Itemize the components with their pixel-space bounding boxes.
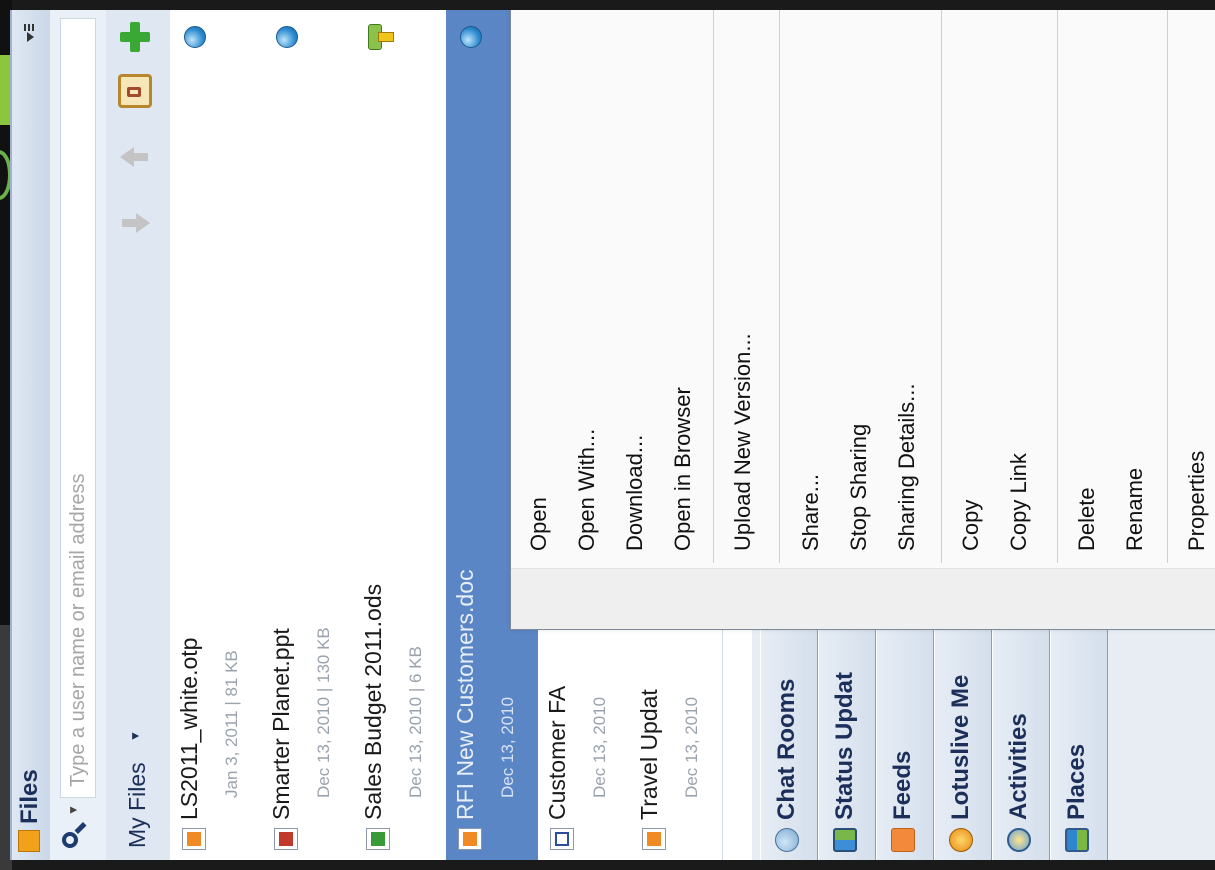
- globe-icon: [460, 26, 482, 48]
- group-share-icon: [366, 22, 394, 52]
- file-row[interactable]: LS2011_white.otp Jan 3, 2011 | 81 KB: [170, 10, 263, 860]
- file-meta: Dec 13, 2010: [682, 696, 701, 798]
- menu-separator: [779, 10, 780, 563]
- activities-icon: [1007, 828, 1031, 852]
- feeds-icon: [891, 828, 915, 852]
- files-toolbar: My Files ▼: [106, 10, 171, 860]
- file-name: LS2011_white.otp: [176, 637, 202, 820]
- chevron-down-icon[interactable]: ▼: [128, 730, 142, 742]
- menu-item-download[interactable]: Download...: [615, 10, 655, 551]
- menu-separator: [713, 10, 714, 563]
- presentation-icon: [274, 828, 298, 850]
- lotuslive-icon: [949, 828, 973, 852]
- menu-separator: [941, 10, 942, 563]
- sidebar-label: Chat Rooms: [773, 678, 800, 820]
- add-file-icon[interactable]: [118, 20, 152, 54]
- menu-item-properties[interactable]: Properties: [1177, 10, 1215, 551]
- search-row: ▼: [50, 10, 107, 860]
- files-panel-title: Files: [16, 769, 43, 824]
- download-arrow-icon[interactable]: [118, 206, 152, 240]
- search-people-icon[interactable]: [62, 821, 88, 848]
- sidebar-label: Status Updat: [831, 671, 858, 820]
- file-context-menu: Open Open With... Download... Open in Br…: [510, 10, 1215, 630]
- file-row[interactable]: Sales Budget 2011.ods Dec 13, 2010 | 6 K…: [354, 10, 447, 860]
- sidebar-label: Activities: [1005, 713, 1032, 820]
- menu-item-copy-link[interactable]: Copy Link: [999, 10, 1039, 551]
- panel-menu-icon[interactable]: [24, 24, 38, 42]
- share-folder-icon[interactable]: [118, 74, 152, 108]
- search-input[interactable]: [60, 18, 96, 798]
- file-meta: Jan 3, 2011 | 81 KB: [222, 650, 241, 798]
- files-panel-header[interactable]: Files: [12, 10, 51, 860]
- menu-item-share[interactable]: Share...: [791, 10, 831, 551]
- text-document-icon: [550, 828, 574, 850]
- upload-arrow-icon[interactable]: [118, 140, 152, 174]
- file-row[interactable]: Smarter Planet.ppt Dec 13, 2010 | 130 KB: [262, 10, 355, 860]
- menu-item-upload-new-version[interactable]: Upload New Version...: [723, 10, 763, 551]
- file-name: Customer FA: [544, 685, 570, 820]
- menu-item-stop-sharing[interactable]: Stop Sharing: [839, 10, 879, 551]
- files-icon: [18, 830, 40, 852]
- menu-separator: [1167, 10, 1168, 563]
- sidebar-label: Feeds: [889, 750, 916, 820]
- globe-icon: [276, 26, 298, 48]
- document-icon: [642, 828, 666, 850]
- document-icon: [182, 828, 206, 850]
- file-name: Sales Budget 2011.ods: [360, 583, 386, 820]
- spreadsheet-icon: [366, 828, 390, 850]
- my-files-filter[interactable]: My Files: [124, 762, 151, 848]
- globe-icon: [184, 26, 206, 48]
- menu-item-open-with[interactable]: Open With...: [567, 10, 607, 551]
- file-name: Travel Updat: [636, 689, 662, 820]
- file-meta: Dec 13, 2010 | 130 KB: [314, 627, 333, 798]
- context-menu-gutter: [511, 568, 1215, 629]
- file-meta: Dec 13, 2010: [498, 696, 517, 798]
- menu-item-delete[interactable]: Delete: [1067, 10, 1107, 551]
- file-meta: Dec 13, 2010 | 6 KB: [406, 646, 425, 798]
- file-name: Smarter Planet.ppt: [268, 628, 294, 820]
- menu-item-copy[interactable]: Copy: [951, 10, 991, 551]
- document-icon: [458, 828, 482, 850]
- sidebar-label: Lotuslive Me: [947, 674, 974, 820]
- places-icon: [1065, 828, 1089, 852]
- chat-rooms-icon: [775, 828, 799, 852]
- menu-item-open[interactable]: Open: [519, 10, 559, 551]
- sidebar-panel-rotated: Files ▼ My Files ▼ LS2011_white.otp Jan …: [10, 10, 1215, 860]
- file-name: RFI New Customers.doc: [452, 569, 478, 820]
- sidebar-label: Places: [1063, 743, 1090, 820]
- menu-item-rename[interactable]: Rename: [1115, 10, 1155, 551]
- file-meta: Dec 13, 2010: [590, 696, 609, 798]
- menu-item-sharing-details[interactable]: Sharing Details...: [887, 10, 927, 551]
- menu-separator: [1057, 10, 1058, 563]
- menu-item-open-in-browser[interactable]: Open in Browser: [663, 10, 703, 551]
- status-updates-icon: [833, 828, 857, 852]
- search-dropdown-icon[interactable]: ▼: [66, 804, 80, 816]
